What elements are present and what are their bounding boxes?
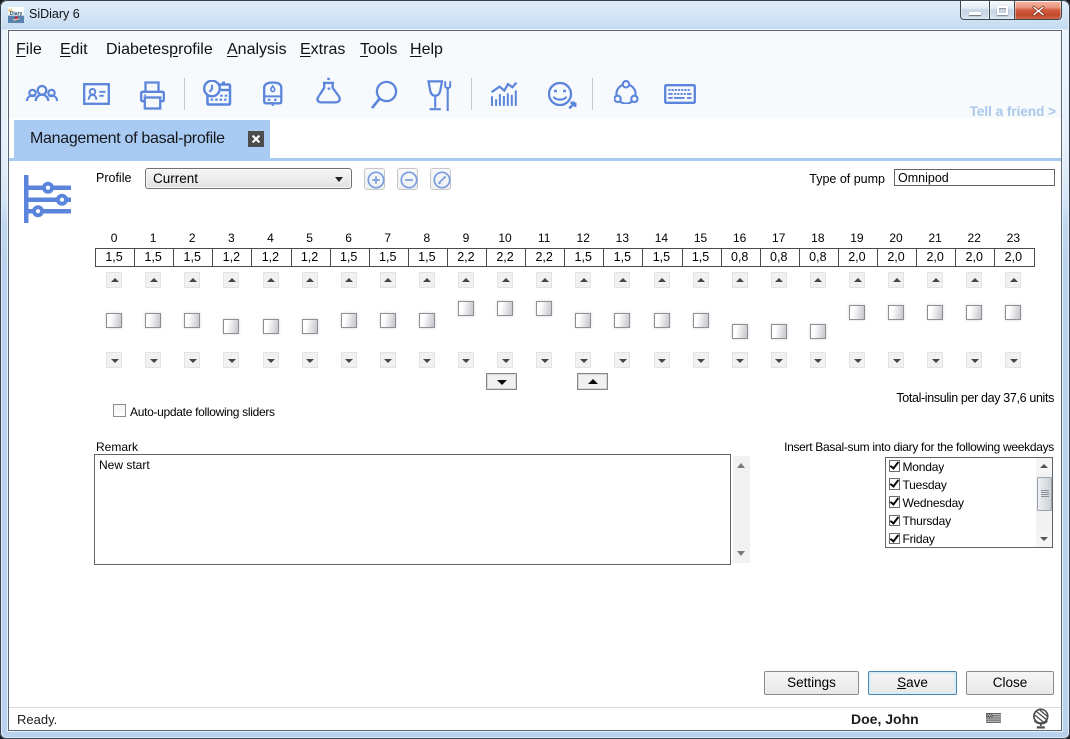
svg-text:Diary: Diary [10,11,23,17]
